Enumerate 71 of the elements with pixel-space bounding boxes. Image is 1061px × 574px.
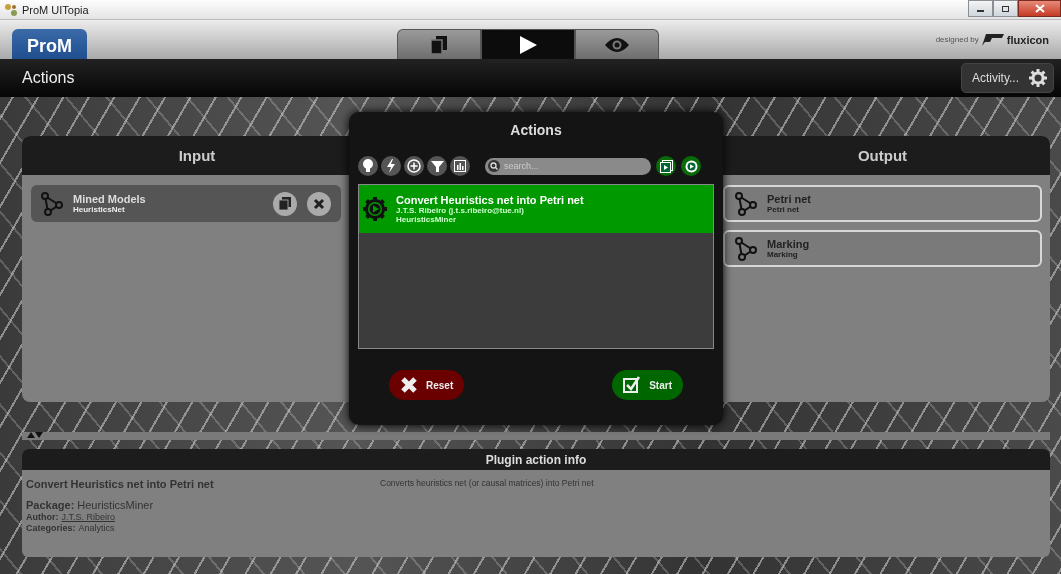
eye-icon: [604, 36, 630, 53]
checkbox-icon: [623, 376, 642, 394]
brand-icon: [981, 33, 1004, 46]
maximize-button[interactable]: [993, 0, 1018, 17]
panel-title: Plugin action info: [22, 449, 1050, 470]
input-item[interactable]: Mined Models HeuristicsNet: [31, 185, 341, 222]
field-label: Categories:: [26, 523, 76, 533]
remove-button[interactable]: [307, 191, 331, 216]
triangle-graph-icon: [735, 191, 757, 216]
tab[interactable]: [397, 29, 481, 59]
output-item[interactable]: Marking Marking: [723, 230, 1042, 267]
activity-button[interactable]: Activity...: [960, 63, 1054, 93]
gear-icon: [1029, 69, 1047, 87]
plugin-item[interactable]: Convert Heuristics net into Petri net J.T.S. Ribeiro (j.t.s.ribeiro@tue.nl) HeuristicsMiner: [359, 185, 713, 233]
bulb-filter-button[interactable]: [358, 156, 378, 176]
plugin-description: Converts heuristics net (or causal matrices) into Petri net: [380, 478, 594, 490]
brand-name: fluxicon: [1006, 33, 1049, 46]
visualizers-toggle[interactable]: [656, 156, 676, 176]
window-title: ProM UITopia: [22, 3, 89, 16]
logo: ProM: [12, 29, 87, 59]
close-icon: [1034, 4, 1045, 13]
item-name: Petri net: [767, 193, 812, 205]
copy-icon: [279, 197, 291, 210]
field-value: Analytics: [78, 523, 115, 533]
play-window-icon: [659, 159, 673, 173]
plugin-package: HeuristicsMiner: [396, 215, 458, 224]
plugins-toggle[interactable]: [681, 156, 701, 176]
lightbulb-icon: [362, 159, 374, 173]
lightning-icon: [386, 159, 396, 173]
plus-icon: [407, 159, 421, 173]
triangle-graph-icon: [735, 236, 757, 261]
plugin-name: Convert Heuristics net into Petri net: [26, 478, 215, 490]
triangle-graph-icon: [41, 191, 63, 216]
chart-filter-button[interactable]: [450, 156, 470, 176]
app-icon: [4, 2, 18, 17]
field-label: Package:: [26, 499, 75, 511]
item-name: Mined Models: [73, 193, 147, 205]
credit-text: designed by: [935, 35, 979, 44]
copy-button[interactable]: [273, 191, 297, 216]
close-icon: [400, 376, 418, 394]
close-icon: [313, 197, 325, 210]
tab[interactable]: [481, 29, 575, 59]
pages-icon: [431, 35, 447, 54]
author-link[interactable]: J.T.S. Ribeiro: [61, 512, 116, 522]
page-title: Actions: [22, 69, 75, 87]
funnel-filter-button[interactable]: [427, 156, 447, 176]
tab[interactable]: [575, 29, 659, 59]
minimize-button[interactable]: [968, 0, 993, 17]
item-type: Petri net: [767, 205, 800, 214]
start-button[interactable]: Start: [612, 370, 683, 400]
output-item[interactable]: Petri net Petri net: [723, 185, 1042, 222]
field-label: Author:: [26, 512, 59, 522]
item-type: Marking: [767, 250, 799, 259]
play-circle-icon: [684, 159, 698, 173]
plus-filter-button[interactable]: [404, 156, 424, 176]
plugin-name: Convert Heuristics net into Petri net: [396, 194, 584, 206]
reset-button[interactable]: Reset: [389, 370, 465, 400]
dialog-title: Actions: [510, 122, 562, 138]
bar-chart-icon: [454, 160, 466, 172]
filter-icon: [430, 159, 444, 173]
bolt-filter-button[interactable]: [381, 156, 401, 176]
item-name: Marking: [767, 238, 811, 250]
item-type: HeuristicsNet: [73, 205, 126, 214]
play-cog-icon: [363, 197, 387, 221]
plugin-author: J.T.S. Ribeiro (j.t.s.ribeiro@tue.nl): [396, 206, 525, 215]
play-icon: [518, 34, 538, 55]
search-field[interactable]: search...: [485, 157, 651, 175]
maximize-icon: [1001, 4, 1010, 13]
close-button[interactable]: [1018, 0, 1061, 17]
up-down-arrows-icon: [27, 432, 43, 438]
field-value: HeuristicsMiner: [77, 499, 154, 511]
